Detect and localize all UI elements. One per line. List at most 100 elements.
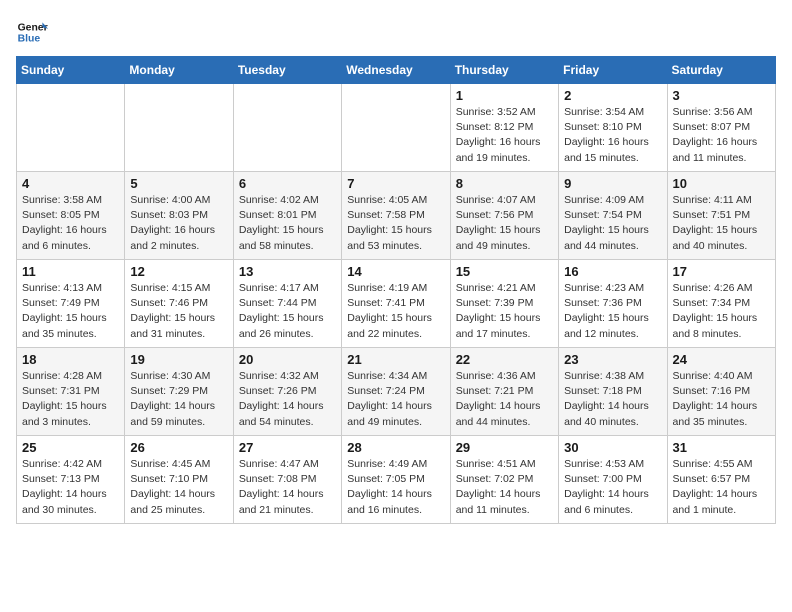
day-number: 27	[239, 440, 336, 455]
calendar-cell: 1Sunrise: 3:52 AM Sunset: 8:12 PM Daylig…	[450, 84, 558, 172]
day-number: 29	[456, 440, 553, 455]
calendar-cell: 11 Sunrise: 4:13 AM Sunset: 7:49 PM Dayli…	[17, 260, 125, 348]
calendar-cell: 31 Sunrise: 4:55 AM Sunset: 6:57 PM Dayli…	[667, 436, 775, 524]
calendar-cell	[342, 84, 450, 172]
day-number: 22	[456, 352, 553, 367]
day-info: Sunrise: 3:58 AM Sunset: 8:05 PM Dayligh…	[22, 193, 119, 254]
calendar-cell: 10 Sunrise: 4:11 AM Sunset: 7:51 PM Dayli…	[667, 172, 775, 260]
day-info: Sunrise: 4:19 AM Sunset: 7:41 PM Dayligh…	[347, 281, 444, 342]
calendar-cell: 16 Sunrise: 4:23 AM Sunset: 7:36 PM Dayli…	[559, 260, 667, 348]
calendar-cell: 26 Sunrise: 4:45 AM Sunset: 7:10 PM Dayli…	[125, 436, 233, 524]
day-number: 4	[22, 176, 119, 191]
day-number: 20	[239, 352, 336, 367]
calendar-cell: 30 Sunrise: 4:53 AM Sunset: 7:00 PM Dayli…	[559, 436, 667, 524]
calendar-cell: 13 Sunrise: 4:17 AM Sunset: 7:44 PM Dayli…	[233, 260, 341, 348]
day-info: Sunrise: 4:30 AM Sunset: 7:29 PM Dayligh…	[130, 369, 227, 430]
calendar-cell: 20 Sunrise: 4:32 AM Sunset: 7:26 PM Dayli…	[233, 348, 341, 436]
day-number: 24	[673, 352, 770, 367]
calendar-header-row: SundayMondayTuesdayWednesdayThursdayFrid…	[17, 57, 776, 84]
day-info: Sunrise: 4:21 AM Sunset: 7:39 PM Dayligh…	[456, 281, 553, 342]
day-number: 1	[456, 88, 553, 103]
calendar-cell	[125, 84, 233, 172]
weekday-header: Saturday	[667, 57, 775, 84]
day-info: Sunrise: 4:05 AM Sunset: 7:58 PM Dayligh…	[347, 193, 444, 254]
calendar-cell: 14 Sunrise: 4:19 AM Sunset: 7:41 PM Dayli…	[342, 260, 450, 348]
day-number: 31	[673, 440, 770, 455]
day-number: 26	[130, 440, 227, 455]
logo: General Blue	[16, 16, 52, 48]
calendar-cell: 5 Sunrise: 4:00 AM Sunset: 8:03 PM Daylig…	[125, 172, 233, 260]
day-info: Sunrise: 4:53 AM Sunset: 7:00 PM Dayligh…	[564, 457, 661, 518]
weekday-header: Sunday	[17, 57, 125, 84]
calendar-cell: 4 Sunrise: 3:58 AM Sunset: 8:05 PM Daylig…	[17, 172, 125, 260]
day-number: 8	[456, 176, 553, 191]
day-number: 18	[22, 352, 119, 367]
day-number: 11	[22, 264, 119, 279]
day-number: 25	[22, 440, 119, 455]
day-number: 6	[239, 176, 336, 191]
day-info: Sunrise: 4:26 AM Sunset: 7:34 PM Dayligh…	[673, 281, 770, 342]
calendar-cell: 2 Sunrise: 3:54 AM Sunset: 8:10 PM Daylig…	[559, 84, 667, 172]
day-info: Sunrise: 4:32 AM Sunset: 7:26 PM Dayligh…	[239, 369, 336, 430]
day-info: Sunrise: 4:49 AM Sunset: 7:05 PM Dayligh…	[347, 457, 444, 518]
calendar-cell: 22Sunrise: 4:36 AM Sunset: 7:21 PM Dayli…	[450, 348, 558, 436]
calendar-cell: 12Sunrise: 4:15 AM Sunset: 7:46 PM Dayli…	[125, 260, 233, 348]
calendar-cell: 3 Sunrise: 3:56 AM Sunset: 8:07 PM Daylig…	[667, 84, 775, 172]
calendar-cell: 15 Sunrise: 4:21 AM Sunset: 7:39 PM Dayli…	[450, 260, 558, 348]
calendar-cell	[233, 84, 341, 172]
day-info: Sunrise: 4:00 AM Sunset: 8:03 PM Dayligh…	[130, 193, 227, 254]
day-info: Sunrise: 4:17 AM Sunset: 7:44 PM Dayligh…	[239, 281, 336, 342]
day-number: 3	[673, 88, 770, 103]
day-info: Sunrise: 4:51 AM Sunset: 7:02 PM Dayligh…	[456, 457, 553, 518]
day-info: Sunrise: 4:11 AM Sunset: 7:51 PM Dayligh…	[673, 193, 770, 254]
day-number: 30	[564, 440, 661, 455]
day-number: 14	[347, 264, 444, 279]
day-number: 21	[347, 352, 444, 367]
day-info: Sunrise: 4:02 AM Sunset: 8:01 PM Dayligh…	[239, 193, 336, 254]
calendar-week-row: 18 Sunrise: 4:28 AM Sunset: 7:31 PM Dayli…	[17, 348, 776, 436]
calendar-week-row: 4 Sunrise: 3:58 AM Sunset: 8:05 PM Daylig…	[17, 172, 776, 260]
calendar-cell: 25 Sunrise: 4:42 AM Sunset: 7:13 PM Dayli…	[17, 436, 125, 524]
day-number: 5	[130, 176, 227, 191]
day-number: 28	[347, 440, 444, 455]
weekday-header: Tuesday	[233, 57, 341, 84]
day-number: 13	[239, 264, 336, 279]
calendar-cell: 18 Sunrise: 4:28 AM Sunset: 7:31 PM Dayli…	[17, 348, 125, 436]
day-info: Sunrise: 4:23 AM Sunset: 7:36 PM Dayligh…	[564, 281, 661, 342]
day-info: Sunrise: 4:13 AM Sunset: 7:49 PM Dayligh…	[22, 281, 119, 342]
day-info: Sunrise: 4:45 AM Sunset: 7:10 PM Dayligh…	[130, 457, 227, 518]
calendar-cell: 6 Sunrise: 4:02 AM Sunset: 8:01 PM Daylig…	[233, 172, 341, 260]
day-info: Sunrise: 4:40 AM Sunset: 7:16 PM Dayligh…	[673, 369, 770, 430]
day-number: 9	[564, 176, 661, 191]
day-number: 7	[347, 176, 444, 191]
day-number: 2	[564, 88, 661, 103]
day-info: Sunrise: 4:55 AM Sunset: 6:57 PM Dayligh…	[673, 457, 770, 518]
day-info: Sunrise: 4:42 AM Sunset: 7:13 PM Dayligh…	[22, 457, 119, 518]
day-info: Sunrise: 4:47 AM Sunset: 7:08 PM Dayligh…	[239, 457, 336, 518]
calendar-cell: 7 Sunrise: 4:05 AM Sunset: 7:58 PM Daylig…	[342, 172, 450, 260]
calendar-cell: 19 Sunrise: 4:30 AM Sunset: 7:29 PM Dayli…	[125, 348, 233, 436]
day-number: 19	[130, 352, 227, 367]
day-number: 16	[564, 264, 661, 279]
logo-icon: General Blue	[16, 16, 48, 48]
weekday-header: Monday	[125, 57, 233, 84]
day-info: Sunrise: 4:28 AM Sunset: 7:31 PM Dayligh…	[22, 369, 119, 430]
day-info: Sunrise: 3:56 AM Sunset: 8:07 PM Dayligh…	[673, 105, 770, 166]
calendar-table: SundayMondayTuesdayWednesdayThursdayFrid…	[16, 56, 776, 524]
weekday-header: Thursday	[450, 57, 558, 84]
day-number: 10	[673, 176, 770, 191]
calendar-cell: 21Sunrise: 4:34 AM Sunset: 7:24 PM Dayli…	[342, 348, 450, 436]
calendar-cell: 23Sunrise: 4:38 AM Sunset: 7:18 PM Dayli…	[559, 348, 667, 436]
day-number: 17	[673, 264, 770, 279]
page-header: General Blue	[16, 16, 776, 48]
calendar-cell: 8Sunrise: 4:07 AM Sunset: 7:56 PM Daylig…	[450, 172, 558, 260]
day-number: 15	[456, 264, 553, 279]
calendar-cell: 9Sunrise: 4:09 AM Sunset: 7:54 PM Daylig…	[559, 172, 667, 260]
day-number: 23	[564, 352, 661, 367]
weekday-header: Friday	[559, 57, 667, 84]
calendar-week-row: 1Sunrise: 3:52 AM Sunset: 8:12 PM Daylig…	[17, 84, 776, 172]
svg-text:Blue: Blue	[18, 34, 41, 45]
calendar-week-row: 11 Sunrise: 4:13 AM Sunset: 7:49 PM Dayli…	[17, 260, 776, 348]
day-info: Sunrise: 4:15 AM Sunset: 7:46 PM Dayligh…	[130, 281, 227, 342]
day-info: Sunrise: 3:54 AM Sunset: 8:10 PM Dayligh…	[564, 105, 661, 166]
